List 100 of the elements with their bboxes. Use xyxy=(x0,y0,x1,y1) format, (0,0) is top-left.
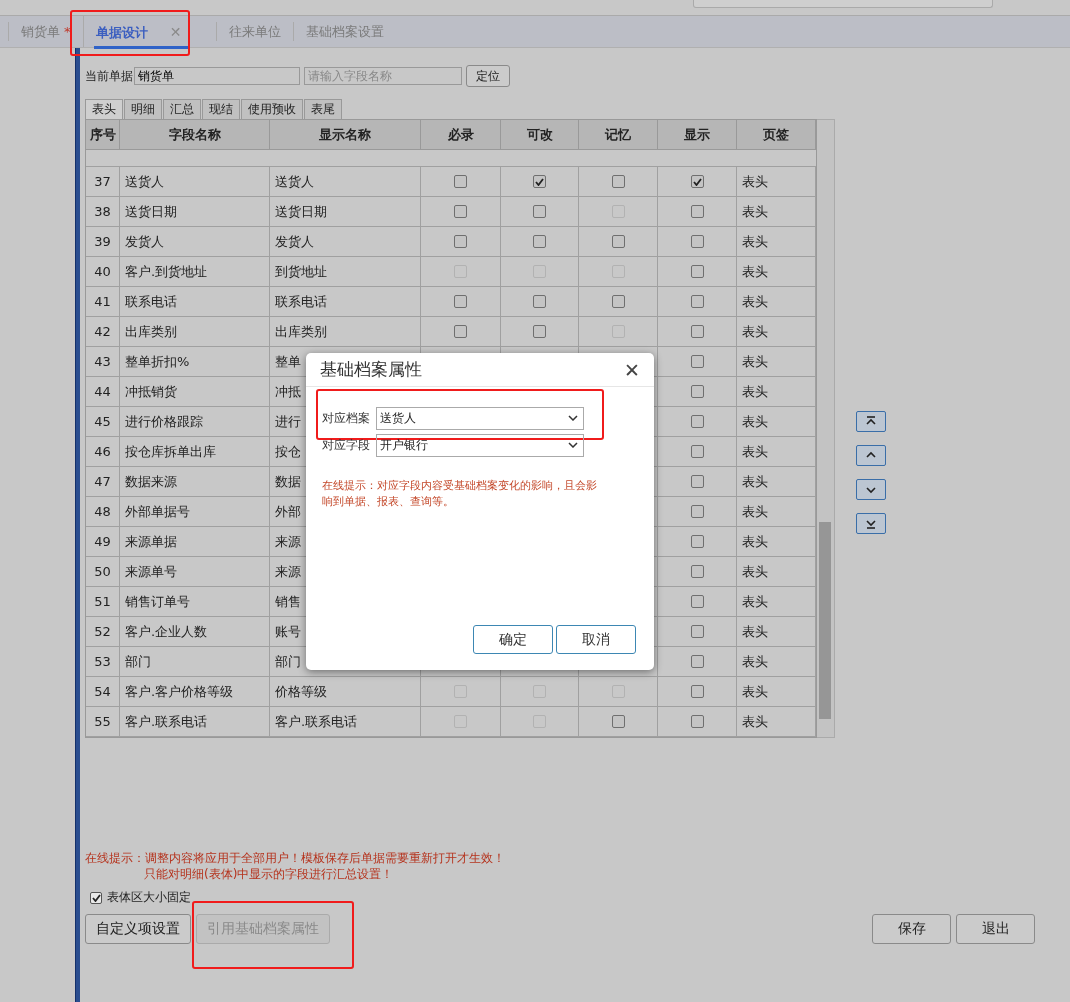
table-cell: 表头 xyxy=(737,707,816,737)
checkbox[interactable] xyxy=(690,625,704,638)
table-cell: 发货人 xyxy=(270,227,421,257)
move-down-button[interactable] xyxy=(856,479,886,500)
tab[interactable]: 现结 xyxy=(202,99,240,119)
document-field[interactable]: 销货单 xyxy=(134,67,300,85)
checkbox[interactable] xyxy=(454,235,467,248)
column-header: 记忆 xyxy=(579,120,658,150)
checkbox[interactable] xyxy=(611,175,625,188)
move-up-button[interactable] xyxy=(856,445,886,466)
table-cell: 价格等级 xyxy=(270,677,421,707)
table-cell: 表头 xyxy=(737,587,816,617)
checkbox[interactable] xyxy=(454,175,467,188)
table-cell: 表头 xyxy=(737,347,816,377)
checkbox[interactable] xyxy=(690,265,704,278)
table-cell: 55 xyxy=(86,707,120,737)
search-field[interactable] xyxy=(693,0,993,8)
checkbox[interactable] xyxy=(690,655,704,668)
checkbox[interactable] xyxy=(690,355,704,368)
checkbox[interactable] xyxy=(533,175,546,188)
hint-text: 只能对明细(表体)中显示的字段进行汇总设置！ xyxy=(143,866,395,882)
locate-button[interactable]: 定位 xyxy=(466,65,510,87)
column-header: 显示 xyxy=(658,120,737,150)
search-field[interactable]: 请输入字段名称 xyxy=(304,67,462,85)
table-cell: 表头 xyxy=(737,527,816,557)
table-cell: 47 xyxy=(86,467,120,497)
table-cell: 37 xyxy=(86,167,120,197)
table-cell: 外部单据号 xyxy=(120,497,270,527)
confirm-button[interactable]: 确定 xyxy=(473,625,553,654)
checkmark-icon xyxy=(91,893,101,902)
table-cell: 联系电话 xyxy=(120,287,270,317)
checkbox[interactable] xyxy=(533,205,546,218)
tab[interactable]: 使用预收 xyxy=(241,99,303,119)
checkbox[interactable] xyxy=(690,175,704,188)
dropdown[interactable]: 开户银行 xyxy=(376,433,584,457)
checkbox[interactable] xyxy=(690,235,704,248)
table-cell: 联系电话 xyxy=(270,287,421,317)
checkbox[interactable] xyxy=(611,715,625,728)
button[interactable]: 自定义项设置 xyxy=(85,914,191,944)
checkbox[interactable] xyxy=(533,235,546,248)
table-cell: 表头 xyxy=(737,167,816,197)
chevron-down-icon xyxy=(568,442,578,448)
column-header: 必录 xyxy=(421,120,501,150)
checkbox[interactable] xyxy=(454,205,467,218)
checkbox[interactable] xyxy=(690,325,704,338)
table-cell: 销售订单号 xyxy=(120,587,270,617)
checkbox[interactable] xyxy=(690,415,704,428)
table-cell: 部门 xyxy=(120,647,270,677)
table-cell: 整单折扣% xyxy=(120,347,270,377)
checkbox[interactable] xyxy=(690,385,704,398)
checkbox[interactable] xyxy=(533,325,546,338)
tab[interactable]: 表头 xyxy=(85,99,123,119)
checkbox[interactable] xyxy=(90,891,102,904)
checkbox[interactable] xyxy=(690,565,704,578)
splitter-bar[interactable] xyxy=(75,48,80,1002)
table-cell: 来源单据 xyxy=(120,527,270,557)
checkmark-icon xyxy=(692,177,702,186)
cancel-button[interactable]: 取消 xyxy=(556,625,636,654)
checkbox[interactable] xyxy=(690,535,704,548)
field-label: 当前单据 xyxy=(85,67,133,85)
table-cell: 表头 xyxy=(737,617,816,647)
checkbox[interactable] xyxy=(690,205,704,218)
column-header: 可改 xyxy=(501,120,579,150)
checkbox[interactable] xyxy=(690,475,704,488)
checkbox[interactable] xyxy=(611,235,625,248)
move-top-button[interactable] xyxy=(856,411,886,432)
tab[interactable]: 汇总 xyxy=(163,99,201,119)
field-label: 对应档案 xyxy=(322,409,371,427)
table-cell: 50 xyxy=(86,557,120,587)
table-cell: 客户.联系电话 xyxy=(270,707,421,737)
table-cell: 51 xyxy=(86,587,120,617)
checkbox[interactable] xyxy=(690,445,704,458)
checkbox[interactable] xyxy=(611,295,625,308)
table-cell: 进行价格跟踪 xyxy=(120,407,270,437)
checkbox[interactable] xyxy=(533,295,546,308)
table-cell: 客户.客户价格等级 xyxy=(120,677,270,707)
checkbox-label: 表体区大小固定 xyxy=(107,889,191,906)
table-cell: 49 xyxy=(86,527,120,557)
checkbox[interactable] xyxy=(690,595,704,608)
dropdown[interactable]: 送货人 xyxy=(376,406,584,430)
save-button[interactable]: 保存 xyxy=(872,914,951,944)
table-cell: 39 xyxy=(86,227,120,257)
checkbox[interactable] xyxy=(454,295,467,308)
tab[interactable]: 明细 xyxy=(124,99,162,119)
move-bottom-button[interactable] xyxy=(856,513,886,534)
table-cell: 40 xyxy=(86,257,120,287)
table-cell: 表头 xyxy=(737,467,816,497)
checkbox[interactable] xyxy=(690,505,704,518)
checkbox[interactable] xyxy=(690,685,704,698)
table-cell: 表头 xyxy=(737,677,816,707)
checkbox[interactable] xyxy=(690,295,704,308)
close-button[interactable]: ✕ xyxy=(624,358,640,381)
exit-button[interactable]: 退出 xyxy=(956,914,1035,944)
table-cell: 38 xyxy=(86,197,120,227)
table-cell: 表头 xyxy=(737,437,816,467)
checkbox[interactable] xyxy=(454,325,467,338)
scrollbar[interactable] xyxy=(817,119,835,738)
table-cell: 表头 xyxy=(737,497,816,527)
checkbox[interactable] xyxy=(690,715,704,728)
tab[interactable]: 表尾 xyxy=(304,99,342,119)
